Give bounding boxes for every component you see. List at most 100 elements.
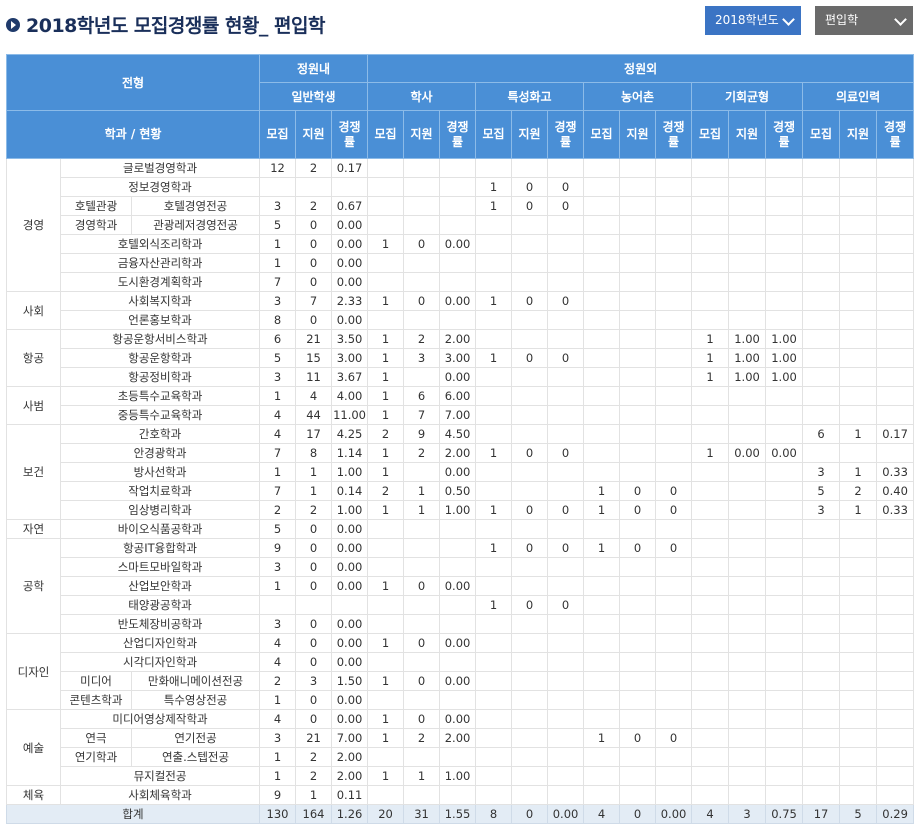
group-label: 자연: [6, 519, 61, 539]
cell-value: [655, 253, 693, 273]
cell-value: [619, 272, 657, 292]
header-ratio-top: 경쟁: [446, 119, 469, 134]
cell-value: [367, 595, 405, 615]
cell-value: 0.00: [439, 671, 477, 691]
cell-value: 2: [367, 424, 405, 444]
cell-value: 4: [259, 709, 297, 729]
dept-name: 정보경영학과: [59, 177, 261, 197]
cell-value: [475, 557, 513, 577]
cell-value: 4: [259, 405, 297, 425]
cell-value: 8: [259, 310, 297, 330]
header-group-3: 기회균형: [691, 82, 804, 111]
cell-value: [655, 709, 693, 729]
header-group-0: 학사: [367, 82, 477, 111]
table-row: 연극 연기전공 3 21 7.00 1 2 2.00 1 0 0: [7, 728, 915, 748]
cell-value: 1: [475, 291, 513, 311]
table-row: 시각디자인학과 4 0 0.00: [7, 652, 915, 672]
cell-value: 1: [367, 348, 405, 368]
cell-value: 3.00: [439, 348, 477, 368]
cell-value: 1: [367, 367, 405, 387]
cell-value: [655, 443, 693, 463]
cell-value: [475, 728, 513, 748]
cell-value: [475, 614, 513, 634]
cell-value: [511, 633, 549, 653]
cell-value: [765, 652, 804, 672]
cell-value: 0: [619, 728, 657, 748]
group-label: 공학: [6, 538, 61, 634]
group-label: 보건: [6, 424, 61, 520]
dept-name: 사회복지학과: [59, 291, 261, 311]
cell-value: [802, 595, 841, 615]
header-ratio: 경쟁 률: [439, 110, 477, 159]
cell-value: 0.33: [876, 462, 915, 482]
page-title: 2018학년도 모집경쟁률 현황_ 편입학: [26, 15, 325, 37]
cell-value: [655, 291, 693, 311]
total-value: 17: [802, 804, 841, 824]
cell-value: [876, 557, 915, 577]
header-group-4: 의료인력: [802, 82, 915, 111]
cell-value: 0: [295, 234, 333, 254]
cell-value: [728, 462, 767, 482]
cell-value: 7: [403, 405, 441, 425]
cell-value: [839, 557, 878, 577]
cell-value: 1: [475, 348, 513, 368]
cell-value: [511, 690, 549, 710]
header-recruit: 모집: [691, 110, 730, 159]
cell-value: [765, 253, 804, 273]
cell-value: 0: [403, 291, 441, 311]
cell-value: 2.33: [331, 291, 369, 311]
cell-value: 0.00: [331, 690, 369, 710]
total-value: 0: [619, 804, 657, 824]
cell-value: 1.00: [765, 329, 804, 349]
table-row: 항공 항공운항서비스학과 6 21 3.50 1 2 2.00 1 1.00 1.00: [6, 329, 915, 387]
cell-value: [547, 652, 585, 672]
admission-type-select[interactable]: 편입학: [815, 6, 913, 35]
cell-value: [765, 728, 804, 748]
cell-value: [802, 652, 841, 672]
cell-value: 0.00: [331, 557, 369, 577]
cell-value: 4.00: [331, 386, 369, 406]
cell-value: 2: [839, 481, 878, 501]
table-row: 예술 미디어영상제작학과 4 0 0.00 1 0 0.00: [6, 709, 915, 786]
total-value: 3: [728, 804, 767, 824]
cell-value: [511, 272, 549, 292]
cell-value: [619, 310, 657, 330]
cell-value: 3: [403, 348, 441, 368]
cell-value: 0.00: [331, 538, 369, 558]
cell-value: 3.67: [331, 367, 369, 387]
cell-value: [728, 158, 767, 178]
cell-value: [367, 215, 405, 235]
cell-value: [765, 177, 804, 197]
cell-value: [839, 177, 878, 197]
cell-value: [839, 158, 878, 178]
table-row: 스마트모바일학과 3 0 0.00: [7, 557, 915, 577]
header-ratio-bottom: 률: [344, 134, 356, 149]
cell-value: 1: [475, 443, 513, 463]
cell-value: 1: [367, 633, 405, 653]
cell-value: [691, 633, 730, 653]
header-ratio-top: 경쟁: [884, 119, 907, 134]
total-row: 합계 130 164 1.26 20 31 1.55 8 0 0.00 4 0 0.00 4 3 0.75 17…: [5, 804, 915, 824]
cell-value: [367, 747, 405, 767]
year-select[interactable]: 2018학년도: [705, 6, 801, 35]
dept-parent: 연극: [60, 728, 132, 748]
header-ratio-bottom: 률: [889, 134, 901, 149]
cell-value: 1: [839, 462, 878, 482]
cell-value: [475, 652, 513, 672]
cell-value: [619, 576, 657, 596]
cell-value: [439, 158, 477, 178]
cell-value: 1.00: [728, 348, 767, 368]
cell-value: [475, 709, 513, 729]
cell-value: 0: [619, 481, 657, 501]
cell-value: [728, 557, 767, 577]
cell-value: [876, 158, 915, 178]
cell-value: [691, 215, 730, 235]
cell-value: [802, 253, 841, 273]
cell-value: 1: [295, 481, 333, 501]
cell-value: [439, 272, 477, 292]
cell-value: [511, 747, 549, 767]
cell-value: [583, 234, 621, 254]
cell-value: [765, 462, 804, 482]
cell-value: [839, 671, 878, 691]
cell-value: [839, 538, 878, 558]
